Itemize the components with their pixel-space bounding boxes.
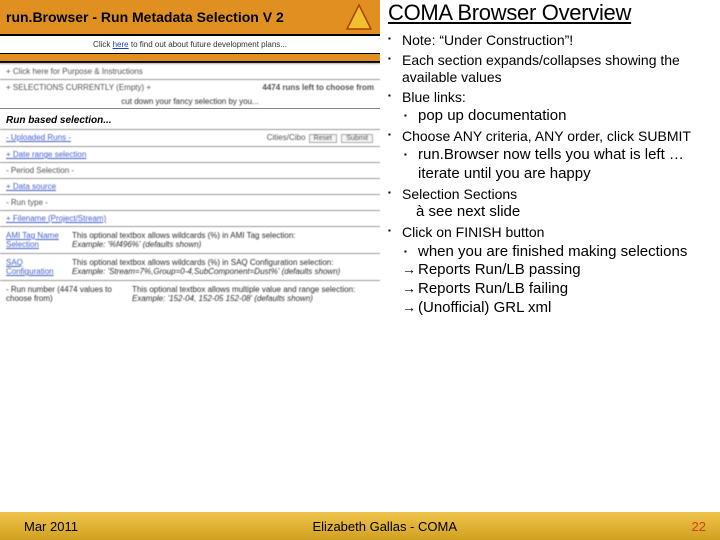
footer-date: Mar 2011 (24, 519, 78, 534)
selection-link[interactable]: Selection (6, 240, 64, 249)
dev-plans-link[interactable]: here (113, 40, 129, 49)
bullet-choose: Choose ANY criteria, ANY order, click SU… (388, 128, 714, 184)
bullet-grl: (Unofficial) GRL xml (402, 299, 714, 318)
dev-plans-line: Click here to find out about future deve… (0, 36, 380, 53)
bullet-iterate: run.Browser now tells you what is left …… (402, 146, 714, 184)
ami-link[interactable]: AMI Tag Name (6, 231, 64, 240)
instructions-toggle[interactable]: + Click here for Purpose & Instructions (0, 64, 380, 79)
atlas-logo-icon (342, 0, 376, 34)
bullet-finished: when you are finished making selections (402, 243, 714, 262)
bullet-popup: pop up documentation (402, 107, 714, 126)
slide-footer: Mar 2011 Elizabeth Gallas - COMA 22 (0, 512, 720, 540)
selections-empty: + SELECTIONS CURRENTLY (Empty) + (6, 83, 151, 92)
bullet-finish: Click on FINISH button when you are fini… (388, 224, 714, 318)
bullet-expand: Each section expands/collapses showing t… (388, 52, 714, 87)
config-link[interactable]: Configuration (6, 267, 64, 276)
bullet-passing: Reports Run/LB passing (402, 261, 714, 280)
submit-button[interactable]: Submit (341, 134, 373, 143)
screenshot-panel: run.Browser - Run Metadata Selection V 2… (0, 0, 380, 500)
see-next-slide: à see next slide (402, 203, 714, 222)
page-number: 22 (692, 519, 706, 534)
uploaded-runs-link[interactable]: - Uploaded Runs - (6, 133, 71, 143)
bullet-sections: Selection Sections à see next slide (388, 186, 714, 222)
reset-button[interactable]: Reset (309, 134, 337, 143)
saq-link[interactable]: SAQ (6, 258, 64, 267)
bullet-note: Note: “Under Construction”! (388, 32, 714, 50)
bullet-failing: Reports Run/LB failing (402, 280, 714, 299)
bullet-bluelinks: Blue links: pop up documentation (388, 89, 714, 126)
app-banner: run.Browser - Run Metadata Selection V 2 (0, 0, 380, 36)
datasource-toggle[interactable]: + Data source (0, 179, 380, 194)
runs-left-count: 4474 runs left to choose from (262, 83, 374, 92)
slide-title: COMA Browser Overview (388, 0, 714, 26)
slide-content: COMA Browser Overview Note: “Under Const… (388, 0, 718, 500)
period-row[interactable]: - Period Selection - (0, 163, 380, 178)
run-based-heading: Run based selection... (0, 109, 380, 129)
daterange-toggle[interactable]: + Date range selection (0, 147, 380, 162)
filename-toggle[interactable]: + Filename (Project/Stream) (0, 211, 380, 226)
divider-bar (0, 53, 380, 63)
app-title: run.Browser - Run Metadata Selection V 2 (6, 9, 284, 25)
footer-author: Elizabeth Gallas - COMA (313, 519, 458, 534)
runtype-row[interactable]: - Run type - (0, 195, 380, 210)
cutdown-text: cut down your fancy selection by you... (0, 95, 380, 108)
